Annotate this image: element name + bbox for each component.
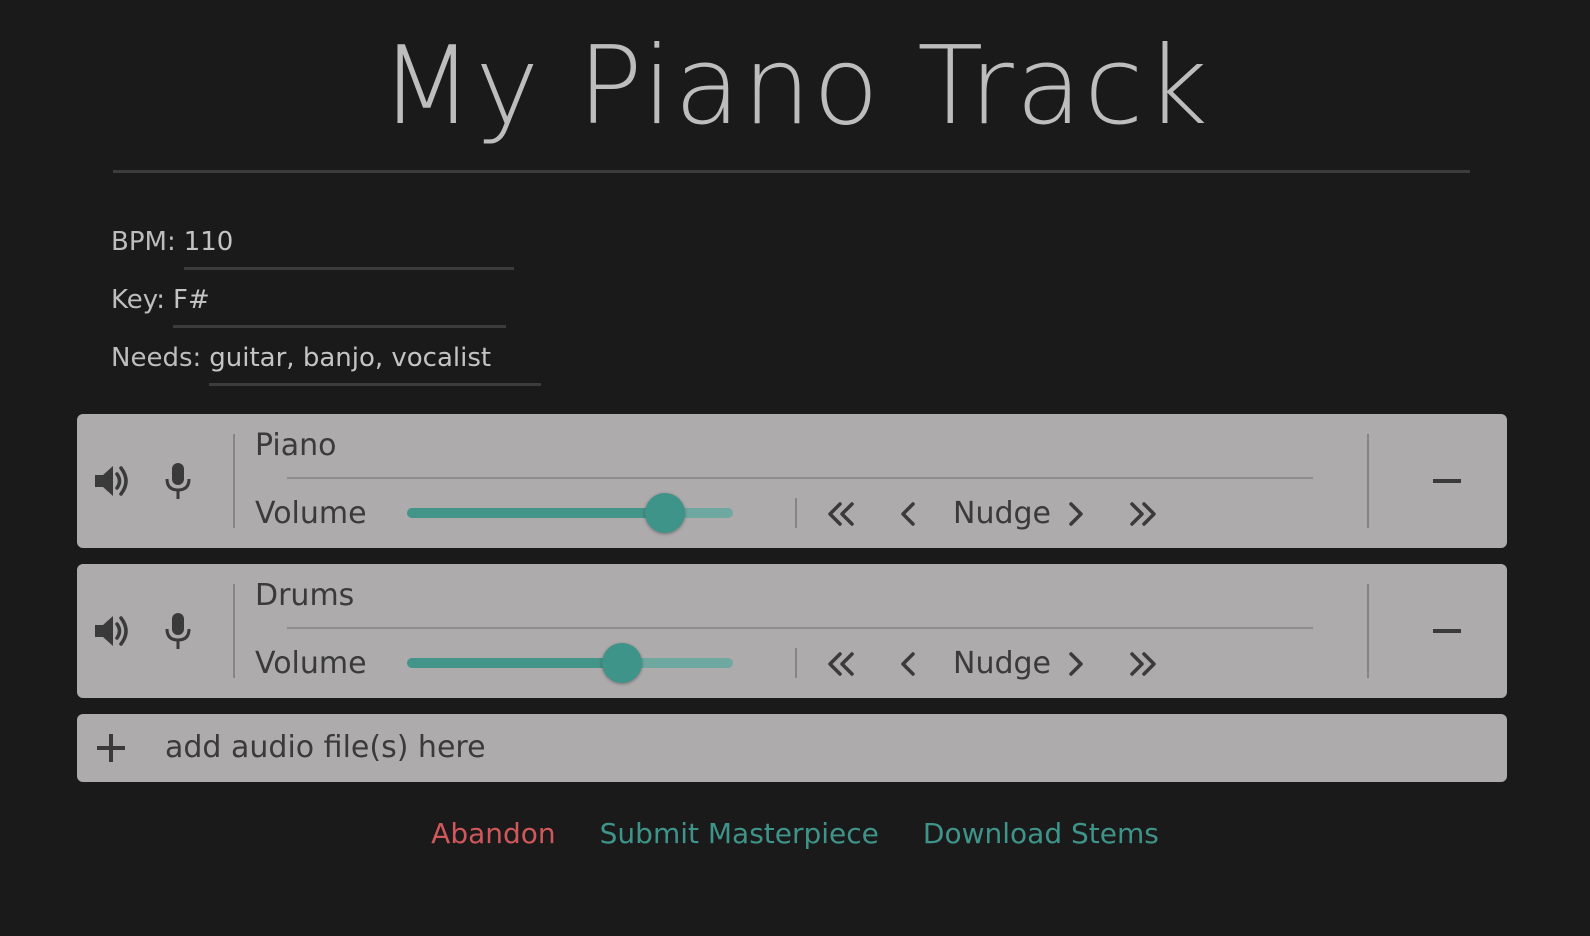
microphone-icon[interactable] bbox=[156, 459, 200, 503]
minus-icon[interactable] bbox=[1425, 459, 1469, 503]
download-stems-button[interactable]: Download Stems bbox=[923, 812, 1159, 856]
bpm-field[interactable]: 110 bbox=[183, 222, 514, 270]
volume-fill bbox=[407, 658, 623, 668]
divider bbox=[233, 434, 235, 528]
meta-needs: Needs: guitar, banjo, vocalist bbox=[111, 338, 542, 386]
divider bbox=[1367, 434, 1369, 528]
volume-thumb[interactable] bbox=[644, 493, 685, 533]
track-name[interactable]: Drums bbox=[255, 578, 354, 614]
name-underline bbox=[287, 477, 1313, 479]
plus-icon[interactable] bbox=[89, 726, 133, 770]
page-title: My Piano Track bbox=[380, 24, 1210, 149]
name-underline bbox=[287, 627, 1313, 629]
divider bbox=[795, 648, 797, 678]
meta-bpm: BPM: 110 bbox=[111, 222, 514, 270]
meta-key: Key: F# bbox=[111, 280, 507, 328]
nudge-label: Nudge bbox=[953, 496, 1051, 531]
action-bar: Abandon Submit Masterpiece Download Stem… bbox=[0, 812, 1590, 856]
track-name[interactable]: Piano bbox=[255, 428, 337, 464]
nudge-label: Nudge bbox=[953, 646, 1051, 681]
chevron-left-icon[interactable] bbox=[887, 642, 931, 686]
chevron-left-icon[interactable] bbox=[887, 492, 931, 536]
speaker-icon[interactable] bbox=[89, 609, 133, 653]
double-chevron-right-icon[interactable] bbox=[1121, 492, 1165, 536]
add-audio-dropzone[interactable]: add audio file(s) here bbox=[77, 714, 1507, 782]
divider bbox=[1367, 584, 1369, 678]
key-label: Key: bbox=[111, 285, 166, 315]
double-chevron-left-icon[interactable] bbox=[819, 642, 863, 686]
chevron-right-icon[interactable] bbox=[1053, 642, 1097, 686]
volume-thumb[interactable] bbox=[602, 643, 643, 683]
volume-slider[interactable] bbox=[407, 643, 733, 683]
needs-field[interactable]: guitar, banjo, vocalist bbox=[209, 338, 542, 386]
minus-icon[interactable] bbox=[1425, 609, 1469, 653]
microphone-icon[interactable] bbox=[156, 609, 200, 653]
volume-label: Volume bbox=[255, 496, 367, 531]
track-row: Drums Volume Nudge bbox=[77, 564, 1507, 698]
double-chevron-right-icon[interactable] bbox=[1121, 642, 1165, 686]
title-divider bbox=[113, 170, 1470, 173]
key-field[interactable]: F# bbox=[173, 280, 507, 328]
volume-label: Volume bbox=[255, 646, 367, 681]
volume-slider[interactable] bbox=[407, 493, 733, 533]
abandon-button[interactable]: Abandon bbox=[431, 812, 555, 856]
speaker-icon[interactable] bbox=[89, 459, 133, 503]
track-row: Piano Volume Nudge bbox=[77, 414, 1507, 548]
add-audio-label: add audio file(s) here bbox=[165, 730, 486, 765]
needs-label: Needs: bbox=[111, 343, 202, 373]
chevron-right-icon[interactable] bbox=[1053, 492, 1097, 536]
double-chevron-left-icon[interactable] bbox=[819, 492, 863, 536]
divider bbox=[233, 584, 235, 678]
divider bbox=[795, 498, 797, 528]
bpm-label: BPM: bbox=[111, 227, 176, 257]
submit-button[interactable]: Submit Masterpiece bbox=[600, 812, 879, 856]
volume-fill bbox=[407, 508, 665, 518]
